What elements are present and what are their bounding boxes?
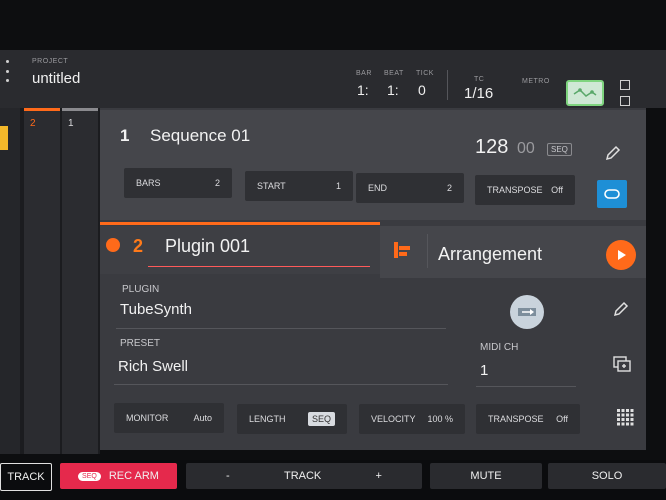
bar-label: BAR: [356, 70, 372, 77]
seq-transpose-value: Off: [551, 185, 563, 195]
arrangement-label[interactable]: Arrangement: [438, 244, 542, 265]
solo-button[interactable]: SOLO: [548, 463, 666, 489]
tempo-seq-tag[interactable]: SEQ: [547, 143, 572, 156]
tick-label: TICK: [416, 70, 434, 77]
track-number: 2: [133, 236, 144, 256]
track-next-button[interactable]: +: [376, 470, 382, 482]
length-field[interactable]: LENGTH SEQ: [237, 404, 347, 434]
rec-arm-button[interactable]: SEQ REC ARM: [60, 463, 177, 489]
track-num-2: 2: [30, 118, 36, 129]
track-accent-line: [100, 222, 380, 225]
tick-value[interactable]: 0: [418, 82, 426, 98]
track-name[interactable]: Plugin 001: [165, 236, 250, 257]
length-label: LENGTH: [249, 414, 286, 424]
tc-label: TC: [474, 76, 485, 83]
velocity-field[interactable]: VELOCITY 100 %: [359, 404, 465, 434]
velocity-label: VELOCITY: [371, 414, 416, 424]
beat-label: BEAT: [384, 70, 404, 77]
midi-ch-label: MIDI CH: [480, 342, 519, 353]
arrangement-divider: [427, 234, 428, 268]
plugin-thumbnail-icon[interactable]: [510, 295, 544, 329]
metronome-icon[interactable]: [566, 80, 604, 106]
sequence-name[interactable]: Sequence 01: [150, 126, 250, 146]
rec-arm-label: REC ARM: [108, 470, 159, 482]
project-name[interactable]: untitled: [32, 70, 80, 87]
end-value: 2: [446, 183, 452, 193]
rec-seq-tag: SEQ: [78, 471, 101, 481]
plugin-value[interactable]: TubeSynth: [120, 301, 192, 318]
duplicate-track-icon[interactable]: [609, 351, 635, 377]
start-label: START: [257, 181, 286, 191]
track-column-1[interactable]: [0, 108, 20, 454]
end-label: END: [368, 183, 388, 193]
track-column-2[interactable]: 2: [24, 108, 60, 454]
velocity-value: 100 %: [427, 414, 453, 424]
track-type-icon: [106, 238, 120, 252]
track-prev-button[interactable]: -: [226, 470, 230, 482]
track-mode-button[interactable]: TRACK: [0, 463, 52, 491]
plugin-divider: [116, 328, 446, 329]
track-select-label: TRACK: [283, 470, 322, 482]
pad-grid-icon[interactable]: [612, 404, 638, 430]
track-num-1: 1: [68, 118, 74, 129]
track-select-control[interactable]: - TRACK +: [186, 463, 422, 489]
layout-icon-bottom[interactable]: [620, 96, 630, 106]
preset-divider: [114, 384, 448, 385]
tc-value[interactable]: 1/16: [464, 85, 493, 102]
header-divider: [447, 70, 448, 100]
track-inactive-bar: [62, 108, 98, 111]
length-value: SEQ: [307, 412, 335, 426]
bars-label: BARS: [136, 178, 161, 188]
arrangement-icon: [392, 240, 412, 260]
plugin-edit-pencil-icon[interactable]: [608, 296, 634, 322]
track-transpose-field[interactable]: TRANSPOSE Off: [476, 404, 580, 434]
bars-value: 2: [214, 178, 220, 188]
midi-divider: [476, 386, 576, 387]
start-value: 1: [335, 181, 341, 191]
track-active-bar: [24, 108, 60, 111]
track-name-underline: [148, 266, 370, 267]
play-icon[interactable]: [606, 240, 636, 270]
end-field[interactable]: END 2: [356, 173, 464, 203]
project-label: PROJECT: [32, 58, 69, 65]
preset-value[interactable]: Rich Swell: [118, 358, 188, 375]
bar-value[interactable]: 1:: [357, 82, 369, 98]
edit-pencil-icon[interactable]: [600, 140, 626, 166]
bars-field[interactable]: BARS 2: [124, 168, 232, 198]
track-column-3[interactable]: 1: [62, 108, 98, 454]
tempo-decimal[interactable]: 00: [517, 140, 535, 158]
preset-label: PRESET: [120, 338, 161, 349]
beat-value[interactable]: 1:: [387, 82, 399, 98]
metro-label: METRO: [522, 78, 550, 85]
sequence-number: 1: [120, 126, 130, 145]
midi-ch-value[interactable]: 1: [480, 362, 488, 379]
menu-icon[interactable]: [4, 60, 10, 82]
start-field[interactable]: START 1: [245, 171, 353, 201]
tempo-value[interactable]: 128: [475, 136, 508, 159]
plugin-label: PLUGIN: [122, 284, 160, 295]
monitor-value: Auto: [193, 413, 212, 423]
loop-icon[interactable]: [597, 180, 627, 208]
monitor-field[interactable]: MONITOR Auto: [114, 403, 224, 433]
seq-transpose-field[interactable]: TRANSPOSE Off: [475, 175, 575, 205]
mute-button[interactable]: MUTE: [430, 463, 542, 489]
layout-icon-top[interactable]: [620, 80, 630, 90]
seq-transpose-label: TRANSPOSE: [487, 185, 543, 195]
track-transpose-label: TRANSPOSE: [488, 414, 544, 424]
track-color-marker: [0, 126, 8, 150]
monitor-label: MONITOR: [126, 413, 169, 423]
track-transpose-value: Off: [556, 414, 568, 424]
